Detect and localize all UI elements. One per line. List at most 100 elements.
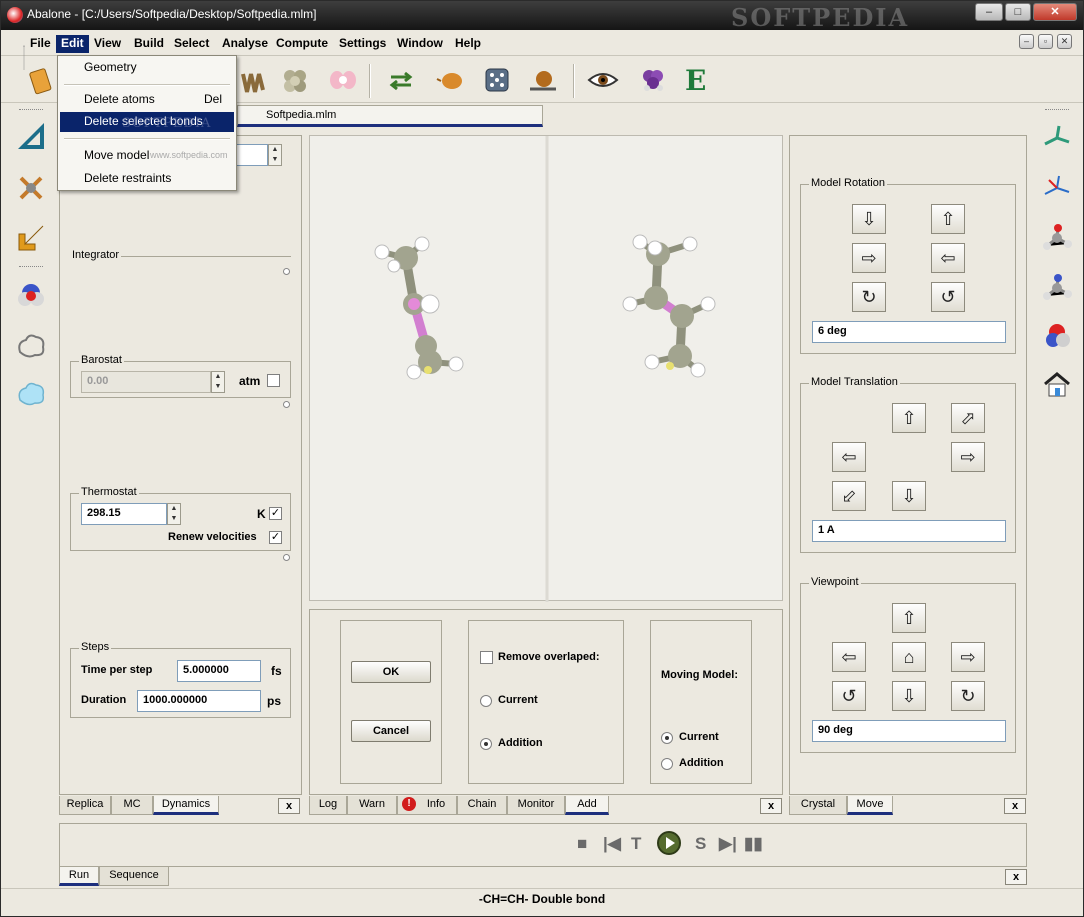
snail-icon[interactable] xyxy=(527,64,559,96)
tab-run[interactable]: Run xyxy=(59,867,99,886)
translate-right-icon[interactable]: ⇨ xyxy=(951,442,985,472)
view-right-icon[interactable]: ⇨ xyxy=(951,642,985,672)
rotate-x-minus-icon[interactable]: ⇧ xyxy=(931,204,965,234)
minimize-button[interactable]: – xyxy=(975,3,1003,21)
model-select-field[interactable] xyxy=(236,144,268,166)
rotate-y-plus-icon[interactable]: ⇨ xyxy=(852,243,886,273)
shell-icon[interactable] xyxy=(435,64,467,96)
temperature-field[interactable]: 298.15 xyxy=(81,503,167,525)
translate-forward-icon[interactable]: ⬀ xyxy=(951,403,985,433)
molecule-cross-icon[interactable] xyxy=(15,172,47,204)
close-icon[interactable]: x xyxy=(278,798,300,814)
mdi-restore-icon[interactable]: ▫ xyxy=(1038,34,1053,49)
tab-replica[interactable]: Replica xyxy=(59,796,111,815)
rewind-icon[interactable]: |◀ xyxy=(603,834,621,854)
time-per-step-field[interactable]: 5.000000 xyxy=(177,660,261,682)
dice-icon[interactable] xyxy=(481,64,513,96)
menu-file[interactable]: File xyxy=(25,35,56,53)
view-rotate-cw-icon[interactable]: ↻ xyxy=(951,681,985,711)
cancel-button[interactable]: Cancel xyxy=(351,720,431,742)
space-fill-molecule-icon[interactable] xyxy=(15,280,47,312)
rotate-z-ccw-icon[interactable]: ↺ xyxy=(931,282,965,312)
skip-end-icon[interactable]: ▶| xyxy=(719,834,737,854)
temperature-spinner[interactable]: ▲ ▼ xyxy=(167,503,181,525)
view-left-icon[interactable]: ⇦ xyxy=(832,642,866,672)
moving-current-radio[interactable] xyxy=(661,732,673,744)
close-icon[interactable]: x xyxy=(1005,869,1027,885)
play-icon[interactable] xyxy=(657,831,681,855)
menu-item-delete-restraints[interactable]: Delete restraints xyxy=(60,169,234,189)
pause-icon[interactable]: ▮▮ xyxy=(744,834,763,854)
translate-back-icon[interactable]: ⬃ xyxy=(832,481,866,511)
model-select-spinner[interactable]: ▲ ▼ xyxy=(268,144,282,166)
atom-cluster-icon[interactable] xyxy=(279,64,311,96)
translate-down-icon[interactable]: ⇩ xyxy=(892,481,926,511)
view-down-icon[interactable]: ⇩ xyxy=(892,681,926,711)
menu-edit[interactable]: Edit xyxy=(56,35,89,53)
tab-info[interactable]: ! Info xyxy=(397,796,457,815)
renew-velocities-checkbox[interactable]: ✓ xyxy=(269,531,282,544)
document-tab[interactable]: Softpedia.mlm xyxy=(237,105,543,127)
translate-left-icon[interactable]: ⇦ xyxy=(832,442,866,472)
orbital-icon[interactable] xyxy=(327,64,359,96)
overlap-addition-radio[interactable] xyxy=(480,738,492,750)
menu-view[interactable]: View xyxy=(89,35,126,53)
tab-crystal[interactable]: Crystal xyxy=(789,796,847,815)
duration-field[interactable]: 1000.000000 xyxy=(137,690,261,712)
menu-help[interactable]: Help xyxy=(450,35,486,53)
tab-add[interactable]: Add xyxy=(565,796,609,815)
set-square-icon[interactable] xyxy=(15,120,47,152)
tab-move[interactable]: Move xyxy=(847,796,893,815)
thermostat-checkbox[interactable]: ✓ xyxy=(269,507,282,520)
expand-dot[interactable] xyxy=(283,268,290,275)
stop-icon[interactable]: ■ xyxy=(577,834,587,854)
menu-settings[interactable]: Settings xyxy=(334,35,391,53)
rotate-z-cw-icon[interactable]: ↻ xyxy=(852,282,886,312)
tab-monitor[interactable]: Monitor xyxy=(507,796,565,815)
tab-log[interactable]: Log xyxy=(309,796,347,815)
molecule-viewport[interactable] xyxy=(309,135,783,602)
rotate-x-plus-icon[interactable]: ⇩ xyxy=(852,204,886,234)
hand-icon[interactable] xyxy=(237,64,269,96)
home-view-icon[interactable] xyxy=(1041,368,1073,400)
wire-model-icon[interactable] xyxy=(1041,172,1073,204)
grape-molecule-icon[interactable] xyxy=(637,64,669,96)
e-letter-icon[interactable]: E xyxy=(685,64,717,97)
stick-model-icon[interactable] xyxy=(1041,122,1073,154)
rotate-y-minus-icon[interactable]: ⇦ xyxy=(931,243,965,273)
book-icon[interactable] xyxy=(25,64,57,96)
close-button[interactable]: ✕ xyxy=(1033,3,1077,21)
menu-analyse[interactable]: Analyse xyxy=(217,35,273,53)
arrow-down-left-icon[interactable] xyxy=(15,222,47,254)
overlap-current-radio[interactable] xyxy=(480,695,492,707)
translation-step-field[interactable]: 1 A xyxy=(812,520,1006,542)
barostat-checkbox[interactable] xyxy=(267,374,280,387)
view-rotate-ccw-icon[interactable]: ↺ xyxy=(832,681,866,711)
menu-window[interactable]: Window xyxy=(392,35,448,53)
exchange-arrows-icon[interactable] xyxy=(385,64,417,96)
close-icon[interactable]: x xyxy=(760,798,782,814)
tab-dynamics[interactable]: Dynamics xyxy=(153,796,219,815)
menu-item-delete-selected-bonds[interactable]: Delete selected bonds SOFTPEDIA xyxy=(60,112,234,132)
menu-compute[interactable]: Compute xyxy=(271,35,333,53)
surface-outline-icon[interactable] xyxy=(15,330,47,362)
expand-dot[interactable] xyxy=(283,401,290,408)
mdi-close-icon[interactable]: ✕ xyxy=(1057,34,1072,49)
eye-icon[interactable] xyxy=(587,64,619,96)
s-step-icon[interactable]: S xyxy=(695,834,706,854)
surface-cloud-icon[interactable] xyxy=(15,378,47,410)
tab-chain[interactable]: Chain xyxy=(457,796,507,815)
menu-select[interactable]: Select xyxy=(169,35,214,53)
remove-overlapped-checkbox[interactable] xyxy=(480,651,493,664)
rotation-step-field[interactable]: 6 deg xyxy=(812,321,1006,343)
menu-build[interactable]: Build xyxy=(129,35,169,53)
ball-stick-blue-icon[interactable] xyxy=(1041,272,1073,304)
tab-sequence[interactable]: Sequence xyxy=(99,867,169,886)
viewpoint-step-field[interactable]: 90 deg xyxy=(812,720,1006,742)
tab-warn[interactable]: Warn xyxy=(347,796,397,815)
menu-item-move-model[interactable]: Move model www.softpedia.com xyxy=(60,146,234,166)
view-reset-icon[interactable]: ⌂ xyxy=(892,642,926,672)
expand-dot[interactable] xyxy=(283,554,290,561)
menu-item-delete-atoms[interactable]: Delete atoms Del xyxy=(60,90,234,110)
translate-up-icon[interactable]: ⇧ xyxy=(892,403,926,433)
